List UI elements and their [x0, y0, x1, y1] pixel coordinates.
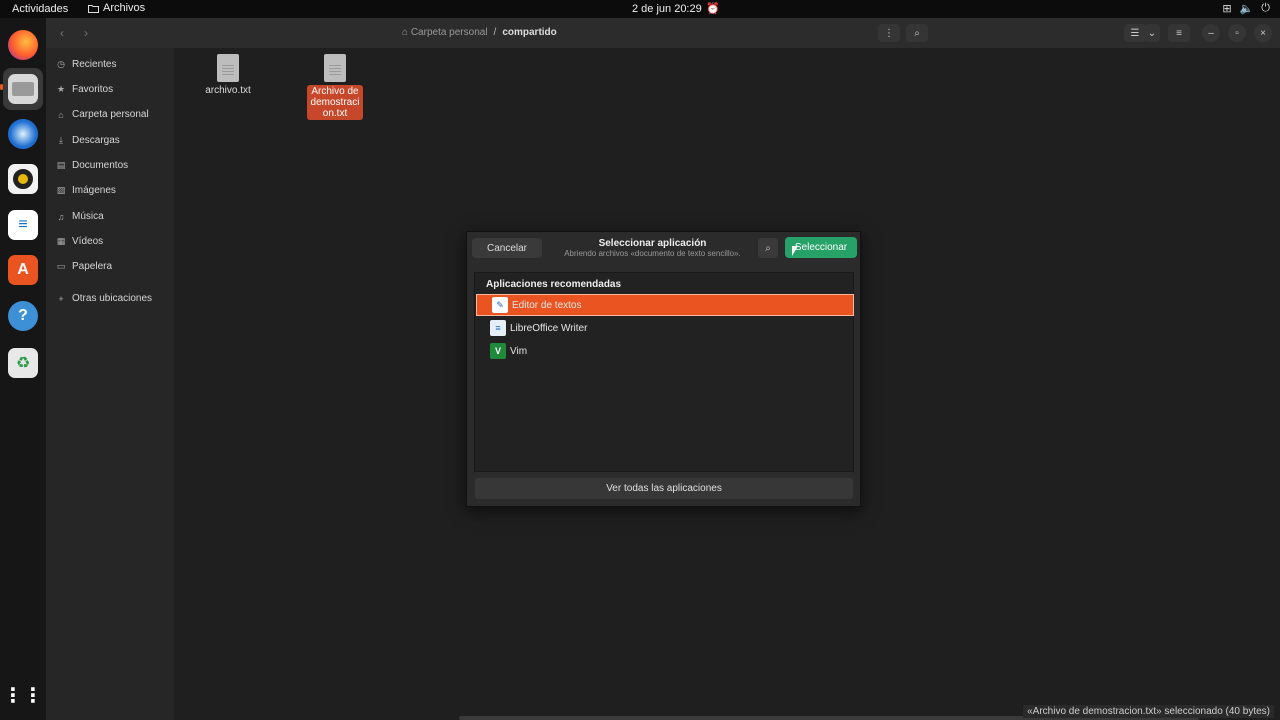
sidebar-item-documentos[interactable]: ▤ Documentos	[56, 160, 128, 171]
menu-icon[interactable]: ≡	[1168, 24, 1190, 42]
app-list: Aplicaciones recomendadas ✎ Editor de te…	[474, 272, 854, 472]
app-row-libreoffice-writer[interactable]: ≡ LibreOffice Writer	[475, 317, 854, 339]
dock: ≡ A ? ♻ ⋮⋮	[0, 18, 46, 720]
breadcrumb-home[interactable]: ⌂ Carpeta personal	[402, 27, 488, 38]
breadcrumb-current[interactable]: compartido	[502, 27, 556, 38]
video-icon: ▦	[56, 236, 66, 246]
top-bar: Actividades Archivos 2 de jun 20:29 ⏰ ⊞ …	[0, 0, 1280, 18]
image-icon: ▨	[56, 185, 66, 195]
breadcrumb: ⌂ Carpeta personal / compartido	[402, 27, 557, 38]
show-applications-icon[interactable]: ⋮⋮	[3, 680, 43, 710]
text-file-icon	[324, 54, 346, 82]
file-item[interactable]: archivo.txt	[198, 54, 258, 96]
alarm-icon: ⏰	[706, 3, 720, 15]
sidebar-item-imagenes[interactable]: ▨ Imágenes	[56, 185, 116, 196]
rhythmbox-icon[interactable]	[8, 164, 38, 194]
close-icon[interactable]: ×	[1254, 24, 1272, 42]
file-name: archivo.txt	[205, 85, 251, 96]
document-icon: ▤	[56, 160, 66, 170]
clock-icon: ◷	[57, 59, 65, 69]
maximize-icon[interactable]: ▫	[1228, 24, 1246, 42]
mouse-cursor-icon	[792, 246, 798, 256]
more-options-icon[interactable]: ⋮	[878, 24, 900, 42]
view-all-apps-button[interactable]: Ver todas las aplicaciones	[475, 478, 853, 499]
minimize-icon[interactable]: –	[1202, 24, 1220, 42]
libreoffice-writer-icon[interactable]: ≡	[8, 210, 38, 240]
files-icon[interactable]	[8, 74, 38, 104]
sidebar-item-papelera[interactable]: ▭ Papelera	[56, 261, 112, 272]
system-tray[interactable]: ⊞ 🔈 ⏻	[1222, 2, 1270, 15]
app-chooser-dialog: Cancelar Seleccionar aplicación Abriendo…	[466, 231, 861, 507]
sidebar: ◷ Recientes ★ Favoritos ⌂ Carpeta personal …	[46, 48, 174, 720]
file-name: Archivo de demostraci on.txt	[307, 85, 363, 120]
dialog-title: Seleccionar aplicación	[598, 238, 707, 249]
star-icon: ★	[56, 84, 66, 94]
search-icon[interactable]: ⌕	[758, 238, 778, 258]
section-heading: Aplicaciones recomendadas	[486, 279, 622, 290]
view-options-chevron-icon[interactable]: ⌄	[1144, 24, 1160, 42]
back-icon[interactable]: ‹	[52, 24, 72, 42]
text-editor-icon: ✎	[492, 297, 508, 313]
status-bar: «Archivo de demostracion.txt» selecciona…	[1023, 705, 1274, 718]
vim-icon: V	[490, 343, 506, 359]
libreoffice-writer-icon: ≡	[490, 320, 506, 336]
forward-icon[interactable]: ›	[76, 24, 96, 42]
text-file-icon	[217, 54, 239, 82]
breadcrumb-separator: /	[493, 27, 497, 38]
trash-icon: ▭	[56, 261, 66, 271]
sidebar-item-carpeta-personal[interactable]: ⌂ Carpeta personal	[56, 109, 148, 120]
clock[interactable]: 2 de jun 20:29	[632, 3, 702, 15]
sidebar-item-favoritos[interactable]: ★ Favoritos	[56, 84, 113, 95]
music-icon: ♫	[57, 211, 65, 222]
trash-icon[interactable]: ♻	[8, 348, 38, 378]
sidebar-item-descargas[interactable]: ⤓ Descargas	[56, 135, 120, 146]
download-icon: ⤓	[59, 135, 63, 145]
folder-icon	[88, 4, 99, 13]
firefox-icon[interactable]	[8, 30, 38, 60]
sidebar-item-musica[interactable]: ♫ Música	[56, 211, 104, 222]
plus-icon: +	[58, 293, 64, 304]
dock-running-indicator	[0, 84, 3, 90]
app-row-editor-de-textos[interactable]: ✎ Editor de textos	[476, 294, 854, 316]
app-row-vim[interactable]: V Vim	[475, 340, 854, 362]
home-icon: ⌂	[58, 109, 64, 120]
volume-icon: 🔈	[1239, 3, 1254, 15]
header-bar: ‹ › ⌂ Carpeta personal / compartido ⋮ ⌕ …	[46, 18, 1280, 48]
thunderbird-icon[interactable]	[8, 119, 38, 149]
file-item-selected[interactable]: Archivo de demostraci on.txt	[305, 54, 365, 120]
app-menu[interactable]: Archivos	[88, 2, 145, 14]
network-icon: ⊞	[1222, 3, 1232, 15]
sidebar-item-videos[interactable]: ▦ Vídeos	[56, 236, 103, 247]
sidebar-item-recientes[interactable]: ◷ Recientes	[56, 59, 116, 70]
search-icon[interactable]: ⌕	[906, 24, 928, 42]
sidebar-item-otras-ubicaciones[interactable]: + Otras ubicaciones	[56, 293, 152, 304]
dialog-subtitle: Abriendo archivos «documento de texto se…	[564, 249, 741, 258]
software-center-icon[interactable]: A	[8, 255, 38, 285]
help-icon[interactable]: ?	[8, 301, 38, 331]
power-icon: ⏻	[1261, 2, 1270, 14]
app-name: Archivos	[103, 2, 146, 14]
cancel-button[interactable]: Cancelar	[472, 238, 542, 258]
list-view-icon[interactable]: ☰	[1124, 24, 1146, 42]
activities-button[interactable]: Actividades	[12, 3, 68, 15]
